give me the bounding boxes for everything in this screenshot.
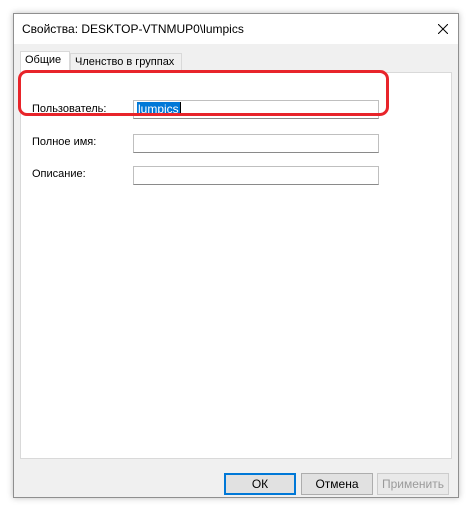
cancel-button[interactable]: Отмена bbox=[301, 473, 373, 495]
window-title: Свойства: DESKTOP-VTNMUP0\lumpics bbox=[22, 22, 244, 36]
properties-dialog: Свойства: DESKTOP-VTNMUP0\lumpics Общие … bbox=[13, 13, 459, 498]
username-value: lumpics bbox=[137, 102, 180, 116]
fullname-field[interactable] bbox=[133, 134, 379, 153]
title-bar: Свойства: DESKTOP-VTNMUP0\lumpics bbox=[14, 14, 458, 44]
general-tab-panel: Пользователь: lumpics Полное имя: Описан… bbox=[20, 72, 452, 459]
fullname-label: Полное имя: bbox=[32, 136, 97, 148]
username-field[interactable]: lumpics bbox=[133, 100, 379, 119]
ok-button[interactable]: ОК bbox=[224, 473, 296, 495]
apply-button[interactable]: Применить bbox=[377, 473, 449, 495]
close-button[interactable] bbox=[428, 14, 458, 44]
close-icon bbox=[438, 24, 448, 34]
description-field[interactable] bbox=[133, 166, 379, 185]
tab-group-membership[interactable]: Членство в группах bbox=[70, 53, 182, 71]
username-label: Пользователь: bbox=[32, 103, 107, 115]
text-caret bbox=[179, 102, 181, 115]
tab-general[interactable]: Общие bbox=[20, 51, 70, 72]
description-label: Описание: bbox=[32, 168, 86, 180]
